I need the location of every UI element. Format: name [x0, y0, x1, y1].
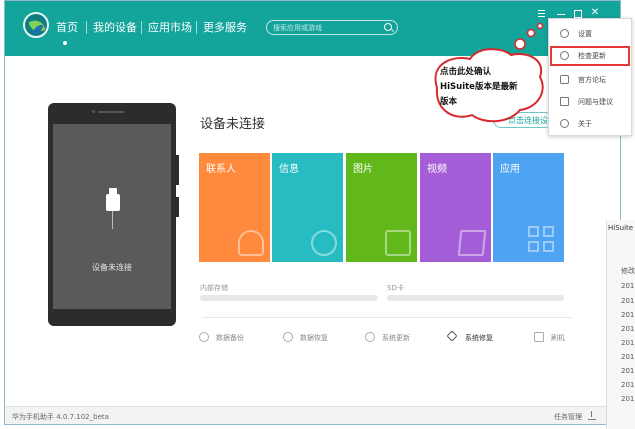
callout-tail-bubble — [514, 38, 526, 50]
callout-annotation — [434, 22, 544, 123]
callout-line: 版本 — [440, 97, 458, 107]
callout-tail-bubble — [536, 22, 544, 30]
callout-tail-bubble — [526, 28, 536, 38]
callout-line: HiSuite版本是最新 — [440, 82, 518, 92]
callout-text: 点击此处确认 HiSuite版本是最新 版本 — [440, 65, 530, 110]
callout-line: 点击此处确认 — [440, 67, 492, 77]
